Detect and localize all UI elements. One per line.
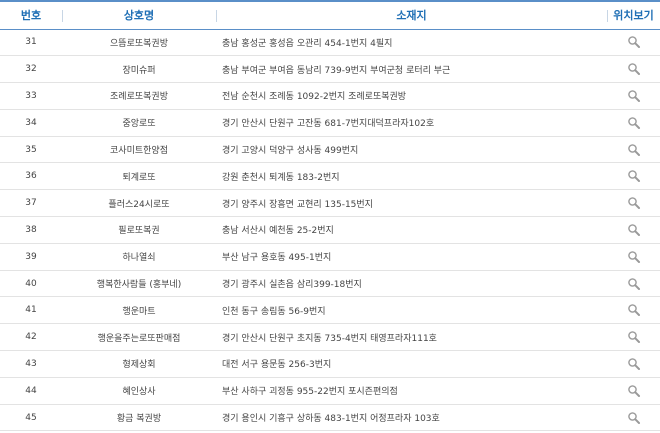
table-row: 43 형제상회 대전 서구 용문동 256-3번지 — [0, 350, 660, 378]
store-address: 경기 안산시 단원구 초지동 735-4번지 태영프라자111호 — [216, 323, 607, 352]
magnifier-icon[interactable] — [627, 411, 641, 425]
store-name: 형제상회 — [62, 350, 216, 378]
row-number: 44 — [0, 377, 62, 405]
row-number: 32 — [0, 55, 62, 84]
location-cell — [607, 82, 660, 110]
store-name: 행운을주는로또판매점 — [62, 323, 216, 352]
header-location: 위치보기 — [607, 0, 660, 30]
row-number: 42 — [0, 323, 62, 352]
store-address: 경기 용인시 기흥구 상하동 483-1번지 어정프라자 103호 — [216, 404, 607, 432]
store-address: 경기 양주시 장흥면 교현리 135-15번지 — [216, 189, 607, 218]
store-name: 황금 복권방 — [62, 404, 216, 432]
magnifier-icon[interactable] — [627, 116, 641, 130]
row-number: 33 — [0, 82, 62, 110]
store-name: 행복한사람들 (홍부네) — [62, 270, 216, 298]
header-separator — [607, 10, 608, 22]
row-number: 45 — [0, 404, 62, 432]
store-name: 조례로또복권방 — [62, 82, 216, 110]
store-address: 경기 안산시 단원구 고잔동 681-7번지대덕프라자102호 — [216, 109, 607, 137]
store-name: 행운마트 — [62, 296, 216, 325]
store-address: 부산 남구 용호동 495-1번지 — [216, 243, 607, 271]
table-row: 38 필로또복권 충남 서산시 예천동 25-2번지 — [0, 216, 660, 244]
row-number: 37 — [0, 189, 62, 218]
store-name: 혜인상사 — [62, 377, 216, 405]
table-row: 44 혜인상사 부산 사하구 괴정동 955-22번지 포시즌편의점 — [0, 377, 660, 405]
store-address: 강원 춘천시 퇴계동 183-2번지 — [216, 162, 607, 191]
table-row: 31 으뜸로또복권방 충남 홍성군 홍성읍 오관리 454-1번지 4필지 — [0, 29, 660, 57]
location-cell — [607, 109, 660, 137]
location-cell — [607, 29, 660, 57]
magnifier-icon[interactable] — [627, 277, 641, 291]
store-name: 으뜸로또복권방 — [62, 29, 216, 57]
magnifier-icon[interactable] — [627, 384, 641, 398]
row-number: 36 — [0, 162, 62, 191]
table-row: 45 황금 복권방 경기 용인시 기흥구 상하동 483-1번지 어정프라자 103… — [0, 404, 660, 432]
store-address: 충남 서산시 예천동 25-2번지 — [216, 216, 607, 244]
store-address: 경기 광주시 실촌읍 삼리399-18번지 — [216, 270, 607, 298]
row-number: 34 — [0, 109, 62, 137]
row-number: 40 — [0, 270, 62, 298]
header-name: 상호명 — [62, 0, 216, 30]
row-number: 41 — [0, 296, 62, 325]
location-cell — [607, 323, 660, 352]
table-header-row: 번호 상호명 소재지 위치보기 — [0, 0, 660, 30]
location-cell — [607, 189, 660, 218]
table-row: 39 하나열쇠 부산 남구 용호동 495-1번지 — [0, 243, 660, 271]
store-address: 충남 홍성군 홍성읍 오관리 454-1번지 4필지 — [216, 29, 607, 57]
store-list-table: 번호 상호명 소재지 위치보기 31 으뜸로또복권방 충남 홍성군 홍성읍 오관리 … — [0, 0, 660, 432]
location-cell — [607, 270, 660, 298]
location-cell — [607, 377, 660, 405]
location-cell — [607, 404, 660, 432]
store-address: 인천 동구 송림동 56-9번지 — [216, 296, 607, 325]
location-cell — [607, 162, 660, 191]
location-cell — [607, 136, 660, 164]
magnifier-icon[interactable] — [627, 62, 641, 76]
magnifier-icon[interactable] — [627, 303, 641, 317]
store-name: 중앙로또 — [62, 109, 216, 137]
store-name: 장미슈퍼 — [62, 55, 216, 84]
table-row: 34 중앙로또 경기 안산시 단원구 고잔동 681-7번지대덕프라자102호 — [0, 109, 660, 137]
store-name: 퇴계로또 — [62, 162, 216, 191]
store-name: 필로또복권 — [62, 216, 216, 244]
row-number: 35 — [0, 136, 62, 164]
table-row: 40 행복한사람들 (홍부네) 경기 광주시 실촌읍 삼리399-18번지 — [0, 270, 660, 298]
location-cell — [607, 216, 660, 244]
header-no: 번호 — [0, 0, 62, 30]
magnifier-icon[interactable] — [627, 250, 641, 264]
table-row: 33 조례로또복권방 전남 순천시 조례동 1092-2번지 조례로또복권방 — [0, 82, 660, 110]
magnifier-icon[interactable] — [627, 330, 641, 344]
store-name: 코사미트한양점 — [62, 136, 216, 164]
store-address: 경기 고양시 덕양구 성사동 499번지 — [216, 136, 607, 164]
magnifier-icon[interactable] — [627, 169, 641, 183]
store-address: 부산 사하구 괴정동 955-22번지 포시즌편의점 — [216, 377, 607, 405]
store-address: 대전 서구 용문동 256-3번지 — [216, 350, 607, 378]
table-row: 42 행운을주는로또판매점 경기 안산시 단원구 초지동 735-4번지 태영프라자… — [0, 323, 660, 352]
header-separator — [216, 10, 217, 22]
location-cell — [607, 350, 660, 378]
table-row: 32 장미슈퍼 충남 부여군 부여읍 동남리 739-9번지 부여군청 로터리 부근 — [0, 55, 660, 84]
store-address: 전남 순천시 조례동 1092-2번지 조례로또복권방 — [216, 82, 607, 110]
row-number: 39 — [0, 243, 62, 271]
store-name: 플러스24시로또 — [62, 189, 216, 218]
magnifier-icon[interactable] — [627, 357, 641, 371]
magnifier-icon[interactable] — [627, 143, 641, 157]
table-row: 41 행운마트 인천 동구 송림동 56-9번지 — [0, 296, 660, 325]
magnifier-icon[interactable] — [627, 89, 641, 103]
header-address: 소재지 — [216, 0, 607, 30]
magnifier-icon[interactable] — [627, 196, 641, 210]
store-name: 하나열쇠 — [62, 243, 216, 271]
location-cell — [607, 55, 660, 84]
table-row: 36 퇴계로또 강원 춘천시 퇴계동 183-2번지 — [0, 162, 660, 191]
row-number: 31 — [0, 29, 62, 57]
location-cell — [607, 243, 660, 271]
table-row: 35 코사미트한양점 경기 고양시 덕양구 성사동 499번지 — [0, 136, 660, 164]
row-number: 43 — [0, 350, 62, 378]
row-number: 38 — [0, 216, 62, 244]
magnifier-icon[interactable] — [627, 35, 641, 49]
store-address: 충남 부여군 부여읍 동남리 739-9번지 부여군청 로터리 부근 — [216, 55, 607, 84]
table-row: 37 플러스24시로또 경기 양주시 장흥면 교현리 135-15번지 — [0, 189, 660, 218]
magnifier-icon[interactable] — [627, 223, 641, 237]
location-cell — [607, 296, 660, 325]
header-separator — [62, 10, 63, 22]
